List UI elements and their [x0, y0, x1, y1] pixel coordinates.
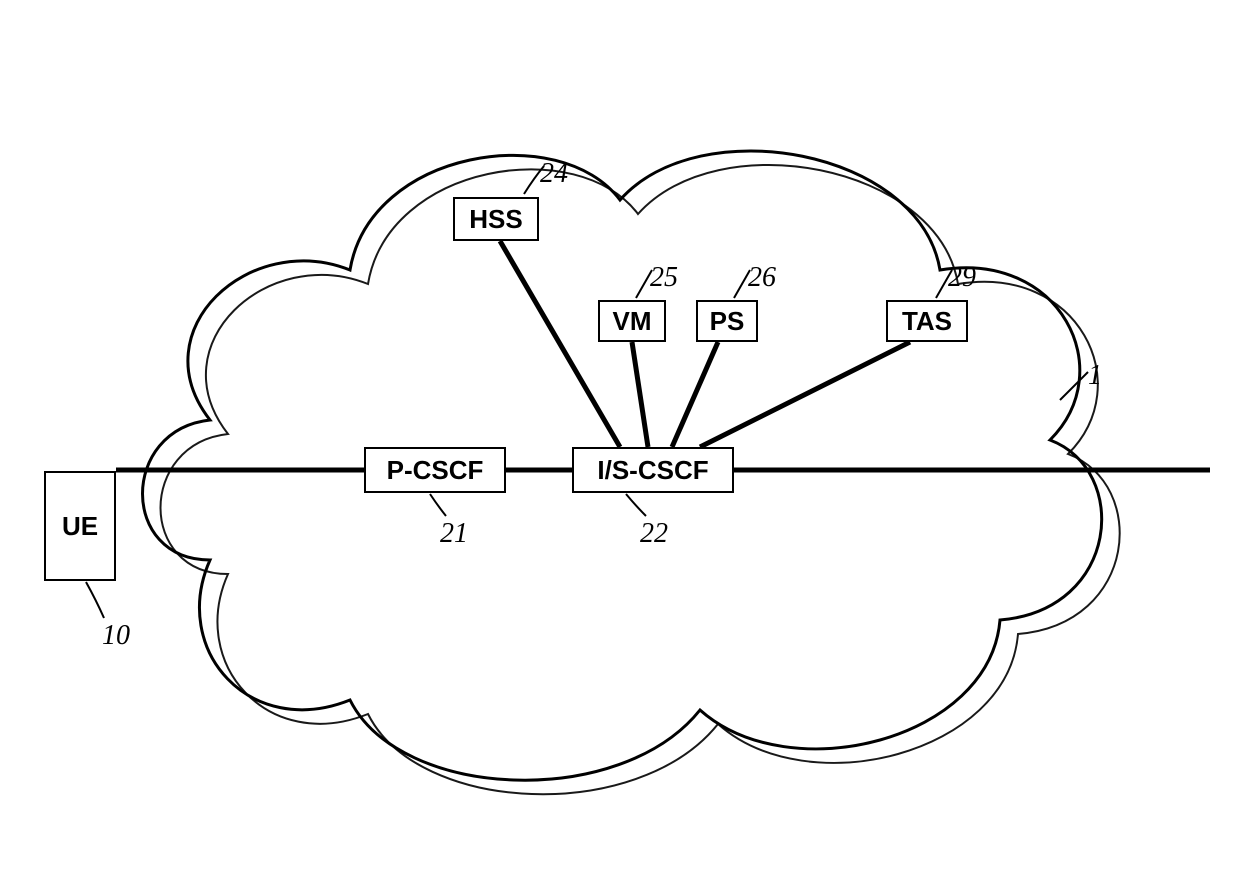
- diagram-svg: [0, 0, 1240, 876]
- node-hss-label: HSS: [469, 204, 522, 235]
- ref-tas: 29: [948, 262, 976, 294]
- ref-ps: 26: [748, 262, 776, 294]
- node-pcscf: P-CSCF: [364, 447, 506, 493]
- edge-iscscf-vm: [632, 342, 648, 447]
- edge-iscscf-tas: [700, 342, 910, 447]
- node-tas-label: TAS: [902, 306, 952, 337]
- ref-iscscf: 22: [640, 518, 668, 550]
- ref-vm: 25: [650, 262, 678, 294]
- ref-hss: 24: [540, 158, 568, 190]
- diagram-stage: { "chart_data": { "type": "network-diagr…: [0, 0, 1240, 876]
- node-tas: TAS: [886, 300, 968, 342]
- edge-iscscf-ps: [672, 342, 718, 447]
- ref-ue: 10: [102, 620, 130, 652]
- node-ue-label: UE: [62, 511, 98, 542]
- node-vm: VM: [598, 300, 666, 342]
- node-hss: HSS: [453, 197, 539, 241]
- edge-iscscf-hss: [500, 241, 620, 447]
- ref-cloud: 1: [1088, 360, 1102, 392]
- node-pcscf-label: P-CSCF: [387, 455, 484, 486]
- node-iscscf-label: I/S-CSCF: [597, 455, 708, 486]
- node-iscscf: I/S-CSCF: [572, 447, 734, 493]
- node-ps: PS: [696, 300, 758, 342]
- node-ue: UE: [44, 471, 116, 581]
- node-vm-label: VM: [613, 306, 652, 337]
- ref-pcscf: 21: [440, 518, 468, 550]
- node-ps-label: PS: [710, 306, 745, 337]
